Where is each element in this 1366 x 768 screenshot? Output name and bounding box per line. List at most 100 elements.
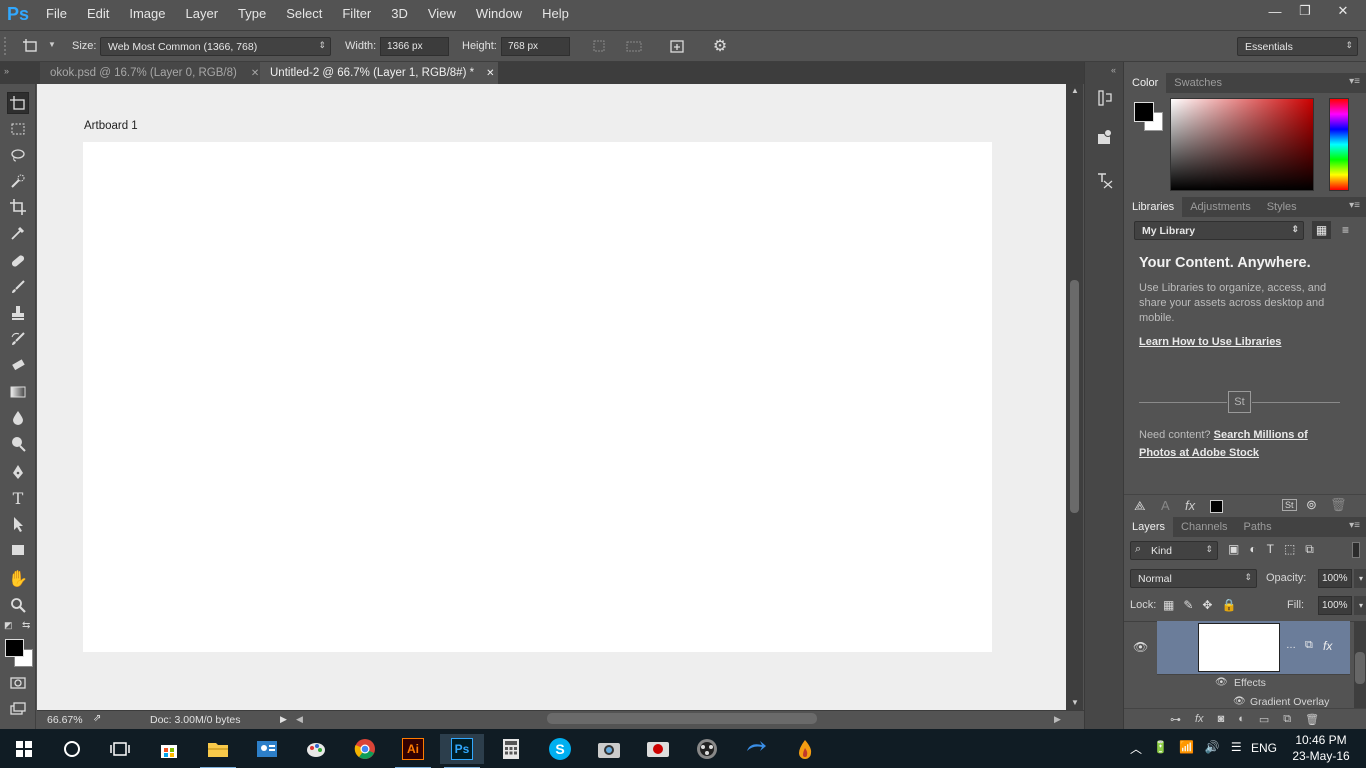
start-button[interactable] <box>0 734 48 764</box>
tab-styles[interactable]: Styles <box>1259 197 1305 217</box>
eraser-tool-icon[interactable] <box>7 354 29 376</box>
default-colors-icon[interactable]: ◩ <box>4 620 13 631</box>
type-tool-icon[interactable]: T <box>7 487 29 509</box>
tab-layers[interactable]: Layers <box>1124 517 1174 537</box>
tab-swatches[interactable]: Swatches <box>1166 73 1230 93</box>
skype-icon[interactable]: S <box>538 734 582 764</box>
menu-edit[interactable]: Edit <box>77 0 119 28</box>
panel-menu-icon[interactable]: ▾≡ <box>1349 200 1360 211</box>
add-style-icon[interactable]: fx <box>1195 713 1204 725</box>
language-indicator[interactable]: ENG <box>1251 741 1277 755</box>
add-mask-icon[interactable]: ◙ <box>1218 713 1225 725</box>
layers-scroll-thumb[interactable] <box>1355 652 1365 684</box>
delete-layer-icon[interactable]: 🗑 <box>1305 713 1319 726</box>
notifications-icon[interactable]: ☰ <box>1231 740 1242 757</box>
paragraph-panel-icon[interactable] <box>1094 170 1116 192</box>
status-menu-arrow-icon[interactable]: ▶ <box>280 714 287 725</box>
blend-mode-select[interactable]: Normal <box>1130 569 1257 588</box>
sync-icon[interactable]: ⊚ <box>1306 497 1317 513</box>
zoom-level[interactable]: 66.67% <box>47 714 83 726</box>
layer-visibility-eye-icon[interactable]: 👁 <box>1133 640 1148 654</box>
size-select[interactable]: Web Most Common (1366, 768) <box>100 37 331 56</box>
artboard[interactable] <box>83 142 992 652</box>
menu-window[interactable]: Window <box>466 0 532 28</box>
panel-menu-icon[interactable]: ▾≡ <box>1349 520 1360 531</box>
gradient-overlay-label[interactable]: Gradient Overlay <box>1250 696 1329 708</box>
hue-slider[interactable] <box>1329 98 1349 191</box>
file-explorer-icon[interactable] <box>196 734 240 768</box>
effects-label[interactable]: Effects <box>1234 677 1266 689</box>
close-window-button[interactable]: ✕ <box>1320 0 1366 22</box>
lock-all-icon[interactable]: 🔒 <box>1221 598 1236 612</box>
new-adjustment-icon[interactable]: ◐ <box>1238 713 1245 725</box>
add-color-icon[interactable] <box>1210 500 1223 513</box>
video-app-icon[interactable] <box>685 734 729 764</box>
properties-panel-icon[interactable] <box>1094 126 1116 148</box>
tab-paths[interactable]: Paths <box>1236 517 1280 537</box>
menu-3d[interactable]: 3D <box>381 0 418 28</box>
menu-layer[interactable]: Layer <box>176 0 229 28</box>
layer-style-link-icon[interactable]: ⧉ <box>1305 639 1313 652</box>
export-icon[interactable]: ⇗ <box>93 713 101 724</box>
history-panel-icon[interactable] <box>1094 87 1116 109</box>
scroll-up-icon[interactable]: ▲ <box>1071 86 1079 95</box>
sync-app-icon[interactable] <box>734 734 778 764</box>
add-character-style-icon[interactable]: A <box>1161 498 1170 513</box>
contacts-app-icon[interactable] <box>245 734 289 764</box>
layer-fx-icon[interactable]: fx <box>1323 639 1332 653</box>
add-layer-style-icon[interactable]: fx <box>1185 498 1195 513</box>
zoom-tool-icon[interactable] <box>7 594 29 616</box>
pen-tool-icon[interactable] <box>7 461 29 483</box>
opacity-field[interactable]: 100% <box>1318 569 1352 588</box>
layer-filter-select[interactable]: Kind <box>1130 541 1218 560</box>
menu-image[interactable]: Image <box>119 0 175 28</box>
adjustment-filter-icon[interactable]: ◐ <box>1249 542 1256 557</box>
calculator-icon[interactable] <box>489 734 533 764</box>
tab-adjustments[interactable]: Adjustments <box>1182 197 1259 217</box>
menu-help[interactable]: Help <box>532 0 579 28</box>
scroll-left-icon[interactable]: ◀ <box>296 714 303 725</box>
hand-tool-icon[interactable]: ✋ <box>7 568 29 590</box>
tab-okok-psd[interactable]: okok.psd @ 16.7% (Layer 0, RGB/8) ✕ <box>40 62 260 84</box>
lock-pixels-icon[interactable]: ✎ <box>1183 598 1193 612</box>
add-artboard-icon[interactable] <box>666 36 688 56</box>
preset-dropdown-icon[interactable]: ▼ <box>48 40 56 49</box>
new-layer-icon[interactable]: ⧉ <box>1283 713 1291 726</box>
menu-select[interactable]: Select <box>276 0 332 28</box>
paint-app-icon[interactable] <box>294 734 338 764</box>
store-icon[interactable] <box>147 734 191 764</box>
artboard-label[interactable]: Artboard 1 <box>84 120 138 132</box>
swap-colors-icon[interactable]: ⇆ <box>22 620 30 631</box>
menu-file[interactable]: File <box>36 0 77 28</box>
color-field[interactable] <box>1170 98 1314 191</box>
pixel-filter-icon[interactable]: ▣ <box>1228 542 1239 557</box>
restore-button[interactable]: ❐ <box>1290 0 1320 22</box>
screen-mode-icon[interactable] <box>7 698 29 720</box>
shape-filter-icon[interactable]: ⬚ <box>1284 542 1295 557</box>
layer-thumbnail[interactable] <box>1198 623 1280 672</box>
vertical-scroll-thumb[interactable] <box>1070 280 1079 513</box>
tab-libraries[interactable]: Libraries <box>1124 197 1183 217</box>
lock-position-icon[interactable]: ✥ <box>1202 598 1212 612</box>
artboard-tool-preset-icon[interactable] <box>20 36 42 56</box>
width-field[interactable]: 1366 px <box>380 37 449 56</box>
stock-icon[interactable]: St <box>1282 499 1297 511</box>
recorder-app-icon[interactable] <box>636 734 680 764</box>
cortana-icon[interactable] <box>50 734 94 764</box>
horizontal-scroll-thumb[interactable] <box>547 713 817 724</box>
grid-view-icon[interactable]: ▦ <box>1312 221 1331 239</box>
landscape-icon[interactable] <box>623 36 645 56</box>
effects-eye-icon[interactable]: 👁 <box>1215 677 1228 688</box>
fill-dropdown-icon[interactable]: ▾ <box>1354 596 1366 615</box>
crop-tool-icon[interactable] <box>7 196 29 218</box>
height-field[interactable]: 768 px <box>501 37 570 56</box>
minimize-button[interactable]: — <box>1260 0 1290 22</box>
library-select[interactable]: My Library <box>1134 221 1304 240</box>
artboard-tool-icon[interactable] <box>7 92 29 114</box>
portrait-icon[interactable] <box>588 36 610 56</box>
panel-menu-icon[interactable]: ▾≡ <box>1349 76 1360 87</box>
trash-icon[interactable]: 🗑 <box>1330 497 1347 513</box>
gradient-tool-icon[interactable] <box>7 381 29 403</box>
close-tab-icon[interactable]: ✕ <box>251 68 259 79</box>
tab-untitled-2[interactable]: Untitled-2 @ 66.7% (Layer 1, RGB/8#) * ✕ <box>260 62 498 84</box>
